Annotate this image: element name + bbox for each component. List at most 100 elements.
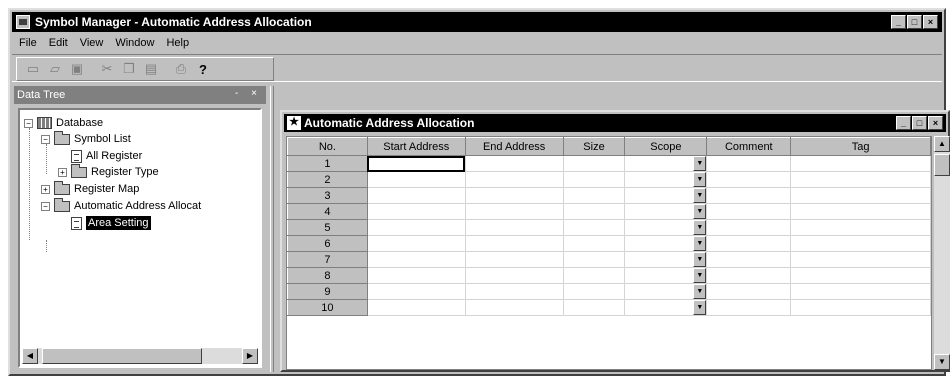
tag-cell[interactable] <box>790 203 931 220</box>
paste-icon[interactable]: ▤ <box>141 59 161 79</box>
start-address-cell[interactable] <box>366 299 466 316</box>
dropdown-arrow-icon[interactable]: ▼ <box>693 220 707 235</box>
end-address-cell[interactable] <box>464 171 564 188</box>
end-address-cell[interactable] <box>464 187 564 204</box>
size-cell[interactable] <box>562 235 626 252</box>
row-number[interactable]: 4 <box>287 203 368 220</box>
dropdown-arrow-icon[interactable]: ▼ <box>693 300 707 315</box>
comment-cell[interactable] <box>706 171 792 188</box>
column-header-tag[interactable]: Tag <box>790 137 931 156</box>
tree-node-automatic-address-allocation[interactable]: − Automatic Address Allocat <box>41 197 201 213</box>
tree-node-database[interactable]: − Database <box>24 116 103 130</box>
tree-node-register-type[interactable]: + Register Type <box>58 163 159 179</box>
child-title-bar[interactable]: ★ Automatic Address Allocation _ □ × <box>284 114 946 132</box>
comment-cell[interactable] <box>706 235 792 252</box>
size-cell[interactable] <box>562 155 626 172</box>
minimize-button[interactable]: _ <box>891 15 906 29</box>
size-cell[interactable] <box>562 251 626 268</box>
menu-help[interactable]: Help <box>165 37 190 49</box>
size-cell[interactable] <box>562 203 626 220</box>
scope-cell[interactable]: ▼ <box>624 251 708 268</box>
open-icon[interactable]: ▱ <box>45 59 65 79</box>
column-header-comment[interactable]: Comment <box>706 137 792 156</box>
scope-cell[interactable]: ▼ <box>624 299 708 316</box>
collapse-icon[interactable]: − <box>41 201 50 211</box>
size-cell[interactable] <box>562 299 626 316</box>
grid-vertical-scrollbar[interactable]: ▲ ▼ <box>934 136 950 370</box>
cut-icon[interactable]: ✂ <box>97 59 117 79</box>
end-address-cell[interactable] <box>464 299 564 316</box>
row-number[interactable]: 6 <box>287 235 368 252</box>
start-address-cell[interactable] <box>366 283 466 300</box>
start-address-cell[interactable] <box>366 155 466 172</box>
scroll-down-icon[interactable]: ▼ <box>934 354 950 370</box>
dropdown-arrow-icon[interactable]: ▼ <box>693 204 707 219</box>
new-icon[interactable]: ▭ <box>23 59 43 79</box>
scroll-up-icon[interactable]: ▲ <box>934 136 950 152</box>
scope-cell[interactable]: ▼ <box>624 171 708 188</box>
tree-node-all-register[interactable]: All Register <box>71 149 142 163</box>
dropdown-arrow-icon[interactable]: ▼ <box>693 172 707 187</box>
end-address-cell[interactable] <box>464 155 564 172</box>
dropdown-arrow-icon[interactable]: ▼ <box>693 252 707 267</box>
dropdown-arrow-icon[interactable]: ▼ <box>693 268 707 283</box>
pane-controls[interactable]: - × <box>235 88 262 99</box>
column-header-scope[interactable]: Scope <box>624 137 708 156</box>
title-bar[interactable]: Symbol Manager - Automatic Address Alloc… <box>12 12 942 32</box>
size-cell[interactable] <box>562 283 626 300</box>
print-icon[interactable]: ⎙ <box>171 59 191 79</box>
scroll-thumb[interactable] <box>934 154 950 176</box>
start-address-cell[interactable] <box>366 267 466 284</box>
column-header-start-address[interactable]: Start Address <box>366 137 466 156</box>
scope-cell[interactable]: ▼ <box>624 267 708 284</box>
row-number[interactable]: 7 <box>287 251 368 268</box>
menu-edit[interactable]: Edit <box>48 37 69 49</box>
scope-cell[interactable]: ▼ <box>624 235 708 252</box>
comment-cell[interactable] <box>706 219 792 236</box>
start-address-cell[interactable] <box>366 235 466 252</box>
tag-cell[interactable] <box>790 235 931 252</box>
expand-icon[interactable]: + <box>41 184 50 194</box>
tree-horizontal-scrollbar[interactable]: ◀ ▶ <box>22 348 258 364</box>
comment-cell[interactable] <box>706 283 792 300</box>
scope-cell[interactable]: ▼ <box>624 283 708 300</box>
scroll-thumb[interactable] <box>42 348 202 364</box>
tag-cell[interactable] <box>790 171 931 188</box>
start-address-cell[interactable] <box>366 219 466 236</box>
row-number[interactable]: 1 <box>287 155 368 172</box>
close-button[interactable]: × <box>923 15 938 29</box>
row-number[interactable]: 2 <box>287 171 368 188</box>
dropdown-arrow-icon[interactable]: ▼ <box>693 284 707 299</box>
tag-cell[interactable] <box>790 251 931 268</box>
row-number[interactable]: 3 <box>287 187 368 204</box>
start-address-cell[interactable] <box>366 251 466 268</box>
save-icon[interactable]: ▣ <box>67 59 87 79</box>
expand-icon[interactable]: + <box>58 167 67 177</box>
end-address-cell[interactable] <box>464 219 564 236</box>
row-number[interactable]: 5 <box>287 219 368 236</box>
scope-cell[interactable]: ▼ <box>624 203 708 220</box>
scope-cell[interactable]: ▼ <box>624 219 708 236</box>
scroll-left-icon[interactable]: ◀ <box>22 348 38 364</box>
size-cell[interactable] <box>562 187 626 204</box>
column-header-end-address[interactable]: End Address <box>464 137 564 156</box>
dropdown-arrow-icon[interactable]: ▼ <box>693 188 707 203</box>
collapse-icon[interactable]: − <box>24 118 33 128</box>
comment-cell[interactable] <box>706 251 792 268</box>
size-cell[interactable] <box>562 171 626 188</box>
tag-cell[interactable] <box>790 187 931 204</box>
tag-cell[interactable] <box>790 155 931 172</box>
scroll-right-icon[interactable]: ▶ <box>242 348 258 364</box>
tag-cell[interactable] <box>790 299 931 316</box>
tree-node-symbol-list[interactable]: − Symbol List <box>41 130 131 146</box>
row-number[interactable]: 10 <box>287 299 368 316</box>
app-icon[interactable] <box>16 15 30 29</box>
maximize-button[interactable]: □ <box>907 15 922 29</box>
tree-node-area-setting[interactable]: Area Setting <box>71 216 151 230</box>
column-header-no[interactable]: No. <box>287 137 368 156</box>
help-icon[interactable]: ? <box>193 59 213 79</box>
size-cell[interactable] <box>562 267 626 284</box>
comment-cell[interactable] <box>706 155 792 172</box>
comment-cell[interactable] <box>706 187 792 204</box>
copy-icon[interactable]: ❐ <box>119 59 139 79</box>
